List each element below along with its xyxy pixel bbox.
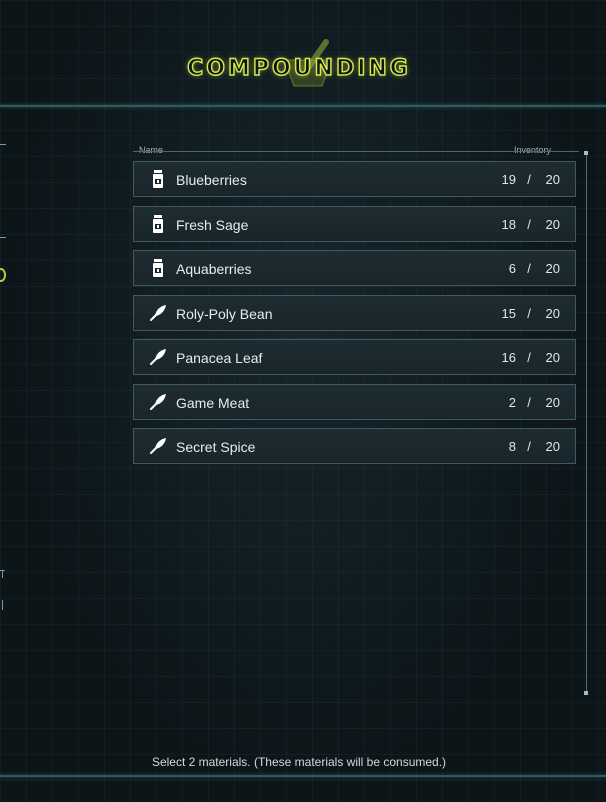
material-row[interactable]: Aquaberries 6 / 20 — [133, 250, 576, 286]
inventory-max: 20 — [545, 439, 560, 454]
inventory-separator: / — [527, 350, 531, 365]
material-row[interactable]: Panacea Leaf 16 / 20 — [133, 339, 576, 375]
material-row[interactable]: Blueberries 19 / 20 — [133, 161, 576, 197]
material-name: Game Meat — [176, 394, 250, 411]
inventory-separator: / — [527, 216, 531, 232]
left-panel-cursor-icon — [0, 268, 6, 282]
material-name: Fresh Sage — [176, 216, 249, 233]
scrollbar-track[interactable] — [586, 152, 587, 692]
inventory-have: 15 — [501, 305, 516, 321]
left-panel-fragment — [2, 570, 3, 578]
left-panel-fragment — [0, 237, 6, 238]
inventory-have: 19 — [501, 172, 516, 187]
material-name: Secret Spice — [176, 439, 256, 455]
vial-icon — [153, 170, 163, 188]
header-divider — [0, 105, 606, 107]
inventory-max: 20 — [545, 172, 560, 187]
left-panel-fragment — [0, 144, 6, 145]
inventory-max: 20 — [545, 216, 560, 232]
material-name: Roly-Poly Bean — [176, 305, 273, 322]
inventory-count: 16 / 20 — [496, 350, 560, 365]
inventory-have: 6 — [508, 261, 516, 276]
leaf-icon — [150, 393, 166, 410]
inventory-separator: / — [527, 172, 531, 187]
scrollbar-bottom-cap — [584, 691, 588, 695]
leaf-icon — [150, 438, 166, 454]
material-row[interactable]: Fresh Sage 18 / 20 — [133, 205, 576, 242]
footer-divider — [0, 775, 606, 777]
material-name: Panacea Leaf — [176, 350, 263, 366]
material-list: Blueberries 19 / 20 Fresh Sage 18 / 20 Aquab… — [133, 161, 576, 473]
inventory-separator: / — [527, 394, 531, 410]
inventory-count: 15 / 20 — [496, 306, 560, 321]
inventory-count: 2 / 20 — [496, 395, 560, 410]
inventory-separator: / — [527, 305, 531, 321]
list-header-divider — [133, 151, 579, 152]
leaf-icon — [150, 304, 166, 321]
inventory-have: 16 — [501, 350, 516, 365]
material-row[interactable]: Roly-Poly Bean 15 / 20 — [133, 294, 576, 331]
inventory-max: 20 — [545, 350, 560, 365]
inventory-max: 20 — [545, 305, 560, 321]
inventory-count: 18 / 20 — [496, 217, 560, 232]
screen-header: COMPOUNDING — [0, 0, 606, 110]
scrollbar-top-cap — [584, 151, 588, 155]
inventory-count: 6 / 20 — [496, 261, 560, 276]
column-header-name: Name — [139, 145, 164, 155]
material-name: Blueberries — [176, 172, 247, 188]
inventory-separator: / — [527, 439, 531, 454]
material-row[interactable]: Secret Spice 8 / 20 — [133, 428, 576, 464]
column-header-inventory: Inventory — [514, 145, 552, 155]
instruction-text: Select 2 materials. (These materials wil… — [151, 755, 447, 769]
vial-icon — [153, 214, 163, 233]
inventory-have: 8 — [508, 439, 516, 454]
inventory-have: 18 — [501, 216, 516, 232]
inventory-have: 2 — [508, 394, 516, 410]
page-title: COMPOUNDING — [186, 55, 411, 81]
leaf-icon — [150, 349, 166, 365]
inventory-max: 20 — [545, 261, 560, 276]
inventory-max: 20 — [545, 394, 560, 410]
inventory-count: 19 / 20 — [496, 172, 560, 187]
material-row[interactable]: Game Meat 2 / 20 — [133, 383, 576, 420]
inventory-separator: / — [527, 261, 531, 276]
material-name: Aquaberries — [176, 261, 252, 277]
left-panel-fragment — [2, 600, 3, 610]
vial-icon — [153, 259, 163, 277]
inventory-count: 8 / 20 — [496, 439, 560, 454]
